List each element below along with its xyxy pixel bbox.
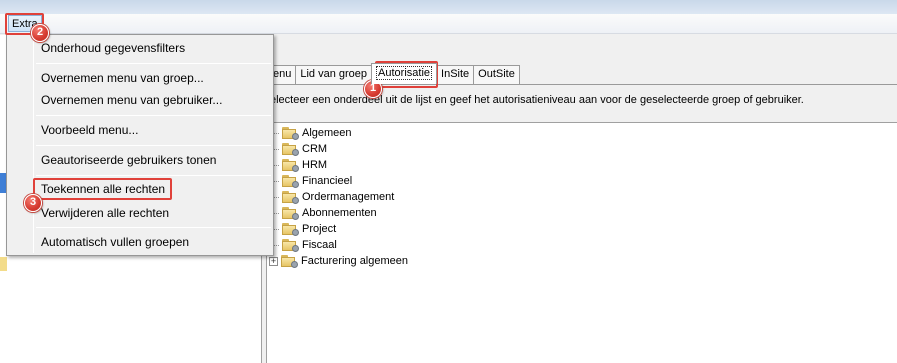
menu-item-onderhoud-gegevensfilters[interactable]: Onderhoud gegevensfilters <box>41 39 185 57</box>
step-marker-3: 3 <box>24 194 42 212</box>
tree-item-label: Financieel <box>302 175 353 187</box>
highlight-toekennen-alle-rechten <box>33 178 172 200</box>
menu-bar <box>0 14 897 34</box>
tree-item-label: Project <box>302 223 337 235</box>
tab-lid-van-groep[interactable]: Lid van groep <box>295 65 373 84</box>
tree-item[interactable]: Ordermanagement <box>269 189 394 205</box>
expand-icon[interactable]: + <box>269 256 278 266</box>
folder-icon <box>282 239 299 252</box>
menu-item-verwijderen-alle-rechten[interactable]: Verwijderen alle rechten <box>41 204 169 222</box>
tree-item[interactable]: HRM <box>269 157 327 173</box>
folder-icon <box>282 207 299 220</box>
tree-item-label: CRM <box>302 143 328 155</box>
menu-separator <box>36 227 271 228</box>
tree-item-label: HRM <box>302 159 328 171</box>
tree-item-label: Facturering algemeen <box>301 255 409 267</box>
tab-row: enu Lid van groep Autorisatie InSite Out… <box>268 63 520 84</box>
left-folder-strip <box>0 257 7 271</box>
tree-item[interactable]: Financieel <box>269 173 352 189</box>
tab-autorisatie-label: Autorisatie <box>376 66 433 80</box>
folder-icon <box>282 127 299 140</box>
menu-icon-column <box>33 37 34 253</box>
tree-item[interactable]: Project <box>269 221 336 237</box>
tree-item-label: Fiscaal <box>302 239 337 251</box>
tab-body-border <box>268 84 897 85</box>
menu-item-automatisch-vullen[interactable]: Automatisch vullen groepen <box>41 233 189 251</box>
folder-icon <box>282 159 299 172</box>
tab-autorisatie[interactable]: Autorisatie <box>371 63 438 84</box>
step-marker-2: 2 <box>31 24 49 42</box>
extra-dropdown-menu: Onderhoud gegevensfilters Overnemen menu… <box>6 34 274 256</box>
tree-item-label: Ordermanagement <box>302 191 395 203</box>
tree-item[interactable]: CRM <box>269 141 327 157</box>
window-title-strip <box>0 0 897 14</box>
folder-icon <box>282 175 299 188</box>
menu-item-geautoriseerde-gebruikers[interactable]: Geautoriseerde gebruikers tonen <box>41 151 216 169</box>
folder-icon <box>282 223 299 236</box>
authorization-tree: Algemeen CRM HRM Financieel Ordermanagem… <box>267 122 897 363</box>
menu-item-voorbeeld-menu[interactable]: Voorbeeld menu... <box>41 121 138 139</box>
tree-item[interactable]: Abonnementen <box>269 205 377 221</box>
menu-separator <box>36 63 271 64</box>
tab-insite[interactable]: InSite <box>436 65 475 84</box>
menu-item-overnemen-menu-gebruiker[interactable]: Overnemen menu van gebruiker... <box>41 91 222 109</box>
tree-item[interactable]: Fiscaal <box>269 237 337 253</box>
menu-item-overnemen-menu-groep[interactable]: Overnemen menu van groep... <box>41 69 204 87</box>
menu-separator <box>36 115 271 116</box>
tree-item[interactable]: + Facturering algemeen <box>269 253 408 269</box>
tree-item-label: Algemeen <box>302 127 352 139</box>
tree-item-label: Abonnementen <box>302 207 377 219</box>
folder-icon <box>282 191 299 204</box>
tree-item[interactable]: Algemeen <box>269 125 352 141</box>
instruction-text: electeer een onderdeel uit de lijst en g… <box>270 94 804 106</box>
tab-outsite[interactable]: OutSite <box>473 65 520 84</box>
folder-icon <box>282 143 299 156</box>
folder-icon <box>281 255 298 268</box>
menu-separator <box>36 175 271 176</box>
menu-separator <box>36 145 271 146</box>
